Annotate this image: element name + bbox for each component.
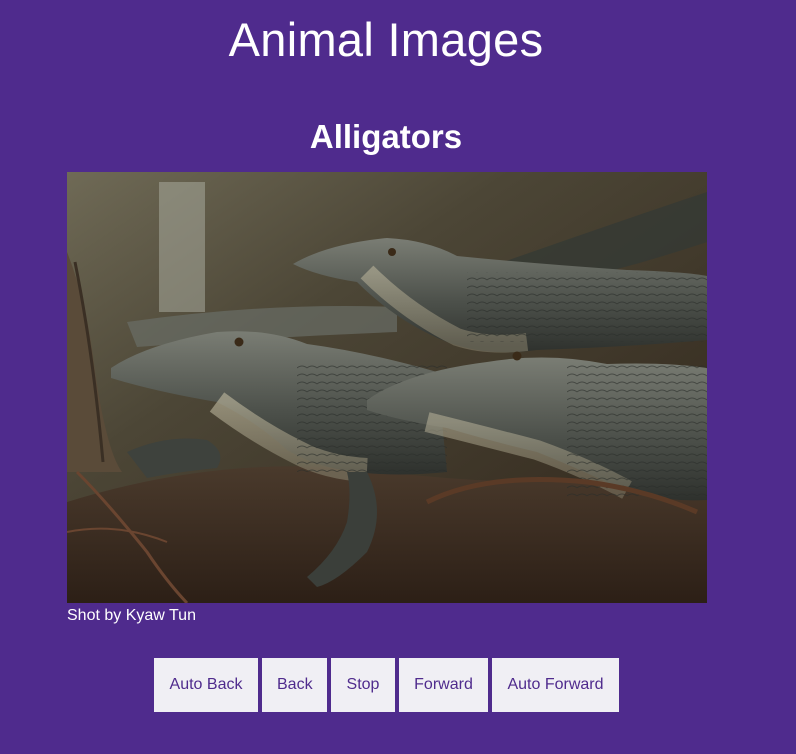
auto-back-button[interactable]: Auto Back (154, 658, 258, 712)
back-button[interactable]: Back (262, 658, 327, 712)
stop-button[interactable]: Stop (331, 658, 395, 712)
forward-button[interactable]: Forward (399, 658, 488, 712)
page-title: Animal Images (228, 13, 544, 66)
slideshow-controls: Auto Back Back Stop Forward Auto Forward (154, 658, 619, 712)
photo-caption: Shot by Kyaw Tun (67, 607, 196, 624)
animal-photo (67, 172, 707, 603)
auto-forward-button[interactable]: Auto Forward (492, 658, 619, 712)
image-title: Alligators (309, 118, 463, 155)
